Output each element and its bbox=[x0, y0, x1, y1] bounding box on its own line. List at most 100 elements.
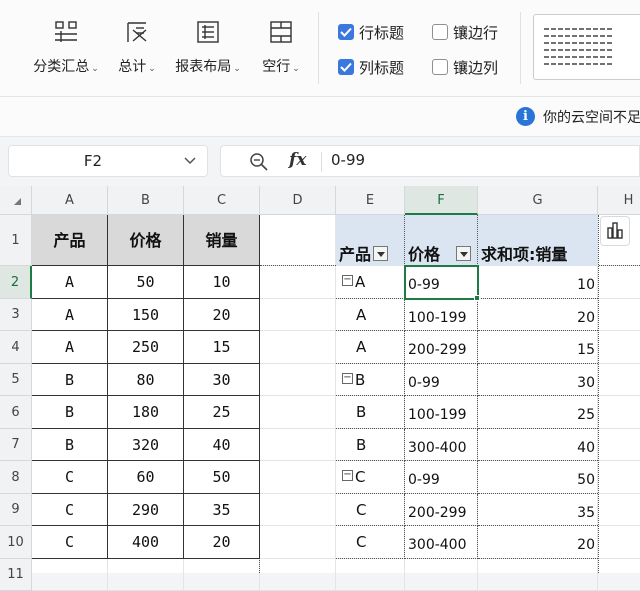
pivot-price-range-cell[interactable]: 300-400 bbox=[405, 526, 478, 559]
pivot-product-cell[interactable]: B bbox=[336, 396, 405, 429]
grid-cell[interactable] bbox=[108, 559, 184, 591]
source-table-cell[interactable]: A bbox=[32, 331, 108, 364]
pivot-product-cell[interactable]: A bbox=[336, 299, 405, 331]
row-header-6[interactable]: 6 bbox=[0, 396, 32, 429]
subtotal-button[interactable]: 分类汇总 ⌄ bbox=[28, 14, 104, 84]
fill-handle[interactable] bbox=[474, 295, 480, 301]
pivot-sum-cell[interactable]: 50 bbox=[478, 461, 598, 494]
source-table-cell[interactable]: 20 bbox=[184, 299, 260, 331]
banded-columns-checkbox[interactable]: 镶边列 bbox=[432, 56, 498, 78]
grid-cell[interactable] bbox=[260, 266, 336, 299]
filter-dropdown-icon[interactable] bbox=[456, 246, 472, 261]
row-header-11[interactable]: 11 bbox=[0, 559, 32, 591]
pivot-header-price[interactable]: 价格 bbox=[405, 215, 478, 266]
grid-cell[interactable] bbox=[598, 494, 640, 526]
row-header-2[interactable]: 2 bbox=[0, 266, 32, 299]
grid-cell[interactable] bbox=[336, 559, 405, 591]
row-header-1[interactable]: 1 bbox=[0, 215, 32, 266]
row-header-10[interactable]: 10 bbox=[0, 526, 32, 559]
grid-cell[interactable] bbox=[260, 299, 336, 331]
grid-cell[interactable] bbox=[598, 429, 640, 461]
grid-cell[interactable] bbox=[260, 461, 336, 494]
source-table-cell[interactable]: 60 bbox=[108, 461, 184, 494]
grid-cell[interactable] bbox=[260, 429, 336, 461]
column-headers-checkbox[interactable]: 列标题 bbox=[338, 56, 404, 78]
pivot-product-cell[interactable]: − B bbox=[336, 364, 405, 396]
pivot-product-cell[interactable]: C bbox=[336, 494, 405, 526]
source-table-cell[interactable]: 10 bbox=[184, 266, 260, 299]
row-header-4[interactable]: 4 bbox=[0, 331, 32, 364]
source-table-cell[interactable]: 50 bbox=[184, 461, 260, 494]
source-table-cell[interactable]: C bbox=[32, 461, 108, 494]
pivot-sum-cell[interactable]: 35 bbox=[478, 494, 598, 526]
source-table-cell[interactable]: A bbox=[32, 266, 108, 299]
grid-cell[interactable] bbox=[32, 559, 108, 591]
pivot-sum-cell[interactable]: 30 bbox=[478, 364, 598, 396]
pivot-price-range-cell[interactable]: 200-299 bbox=[405, 331, 478, 364]
pivot-product-cell[interactable]: A bbox=[336, 331, 405, 364]
row-header-7[interactable]: 7 bbox=[0, 429, 32, 461]
name-box[interactable]: F2 bbox=[8, 145, 208, 177]
source-table-cell[interactable]: 30 bbox=[184, 364, 260, 396]
insert-function-icon[interactable]: fx bbox=[289, 150, 306, 170]
source-table-cell[interactable]: 180 bbox=[108, 396, 184, 429]
source-table-cell[interactable]: B bbox=[32, 364, 108, 396]
column-header-g[interactable]: G bbox=[478, 186, 598, 215]
select-all-corner[interactable] bbox=[0, 186, 32, 215]
filter-dropdown-icon[interactable] bbox=[373, 246, 389, 261]
source-table-cell[interactable]: 40 bbox=[184, 429, 260, 461]
source-header-cell[interactable]: 产品 bbox=[32, 215, 108, 266]
pivot-sum-cell[interactable]: 20 bbox=[478, 526, 598, 559]
zoom-search-icon[interactable] bbox=[249, 152, 269, 172]
pivot-sum-cell[interactable]: 20 bbox=[478, 299, 598, 331]
collapse-icon[interactable]: − bbox=[342, 373, 353, 384]
pivot-price-range-cell[interactable]: 0-99 bbox=[405, 364, 478, 396]
pivot-sum-cell[interactable]: 15 bbox=[478, 331, 598, 364]
source-table-cell[interactable]: 150 bbox=[108, 299, 184, 331]
source-table-cell[interactable]: 290 bbox=[108, 494, 184, 526]
row-header-3[interactable]: 3 bbox=[0, 299, 32, 331]
column-header-h[interactable]: H bbox=[598, 186, 640, 215]
blank-rows-button[interactable]: 空行 ⌄ bbox=[254, 14, 308, 84]
source-table-cell[interactable]: 50 bbox=[108, 266, 184, 299]
grid-cell[interactable] bbox=[598, 461, 640, 494]
grid-cell[interactable] bbox=[260, 559, 336, 591]
grid-cell[interactable] bbox=[598, 526, 640, 559]
source-table-cell[interactable]: 400 bbox=[108, 526, 184, 559]
column-header-e[interactable]: E bbox=[336, 186, 405, 215]
grid-cell[interactable] bbox=[405, 559, 478, 591]
spreadsheet-grid[interactable]: A B C D E F G H 1 2 3 4 5 6 7 8 9 10 11 产品 价格 销量 A 50 10 A 150 20 A 2… bbox=[0, 186, 640, 591]
collapse-icon[interactable]: − bbox=[342, 470, 353, 481]
pivot-sum-cell[interactable]: 40 bbox=[478, 429, 598, 461]
pivot-price-range-cell[interactable]: 0-99 bbox=[405, 461, 478, 494]
grid-cell[interactable] bbox=[184, 559, 260, 591]
grid-cell[interactable] bbox=[478, 559, 598, 591]
grid-cell[interactable] bbox=[260, 526, 336, 559]
column-header-b[interactable]: B bbox=[108, 186, 184, 215]
collapse-icon[interactable]: − bbox=[342, 275, 353, 286]
pivot-price-range-cell[interactable]: 300-400 bbox=[405, 429, 478, 461]
source-table-cell[interactable]: 320 bbox=[108, 429, 184, 461]
pivot-header-product[interactable]: 产品 bbox=[336, 215, 405, 266]
source-table-cell[interactable]: 250 bbox=[108, 331, 184, 364]
grid-cell[interactable] bbox=[598, 396, 640, 429]
formula-bar[interactable]: fx 0-99 bbox=[220, 145, 640, 177]
source-table-cell[interactable]: C bbox=[32, 494, 108, 526]
grid-cell[interactable] bbox=[260, 331, 336, 364]
pivot-chart-float-button[interactable] bbox=[600, 216, 630, 246]
pivot-product-cell[interactable]: − C bbox=[336, 461, 405, 494]
grid-cell[interactable] bbox=[260, 215, 336, 266]
grid-cell[interactable] bbox=[260, 396, 336, 429]
source-table-cell[interactable]: B bbox=[32, 429, 108, 461]
source-header-cell[interactable]: 销量 bbox=[184, 215, 260, 266]
source-table-cell[interactable]: 80 bbox=[108, 364, 184, 396]
grid-cell[interactable] bbox=[598, 266, 640, 299]
column-header-a[interactable]: A bbox=[32, 186, 108, 215]
pivot-product-cell[interactable]: B bbox=[336, 429, 405, 461]
grid-cell[interactable] bbox=[260, 364, 336, 396]
grid-cell[interactable] bbox=[260, 494, 336, 526]
pivot-sum-cell[interactable]: 25 bbox=[478, 396, 598, 429]
source-header-cell[interactable]: 价格 bbox=[108, 215, 184, 266]
row-header-9[interactable]: 9 bbox=[0, 494, 32, 526]
grid-cell[interactable] bbox=[598, 331, 640, 364]
